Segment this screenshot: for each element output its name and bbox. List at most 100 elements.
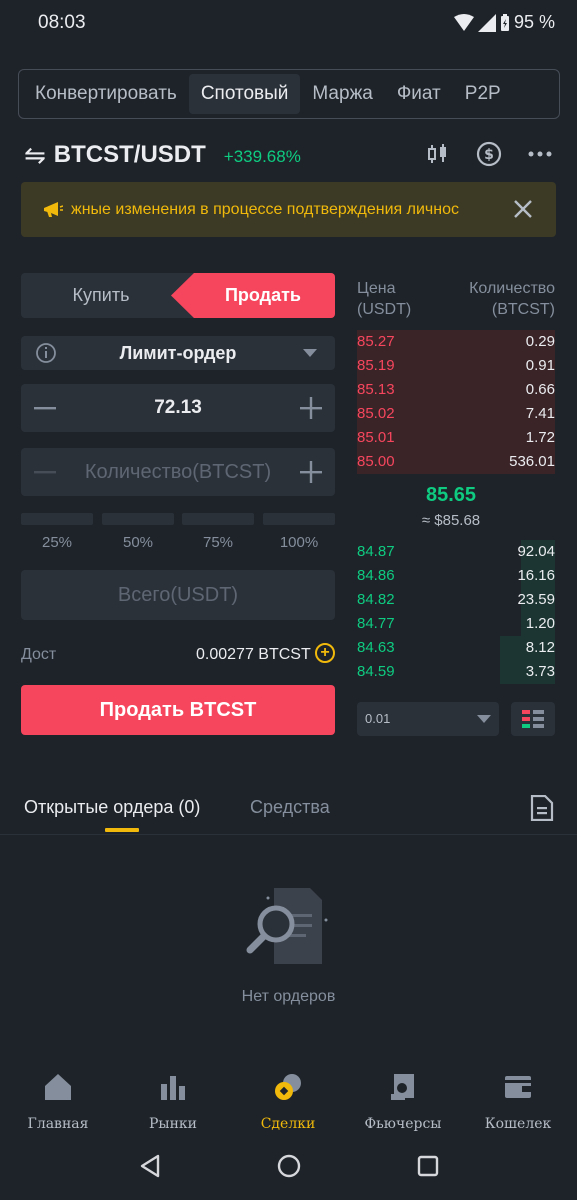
pair-selector[interactable]: ⇋ BTCST/USDT +339.68% — [24, 138, 301, 172]
quantity-input[interactable] — [67, 448, 289, 496]
order-history-icon[interactable] — [530, 795, 554, 821]
total-input[interactable]: Всего(USDT) — [21, 570, 335, 620]
tab-convert[interactable]: Конвертировать — [23, 74, 189, 114]
wallet-icon — [505, 1076, 531, 1098]
active-tab-indicator — [105, 828, 139, 832]
bid-row[interactable]: 84.63 8.12 — [357, 636, 555, 660]
ask-price: 85.19 — [357, 357, 395, 374]
nav-home[interactable]: Главная — [8, 1072, 108, 1132]
ask-row[interactable]: 85.02 7.41 — [357, 402, 555, 426]
svg-text:$: $ — [484, 147, 494, 163]
bid-row[interactable]: 84.87 92.04 — [357, 540, 555, 564]
ask-row[interactable]: 85.27 0.29 — [357, 330, 555, 354]
more-horizontal-icon[interactable] — [526, 140, 554, 168]
bid-row[interactable]: 84.82 23.59 — [357, 588, 555, 612]
tab-open-orders[interactable]: Открытые ордера (0) — [24, 797, 200, 818]
sell-button[interactable]: Продать BTCST — [21, 685, 335, 735]
ask-row[interactable]: 85.01 1.72 — [357, 426, 555, 450]
swap-arrows-icon: ⇋ — [24, 139, 46, 170]
dollar-circle-icon[interactable]: $ — [475, 140, 503, 168]
percent-label[interactable]: 50% — [102, 534, 174, 551]
ask-quantity: 0.91 — [525, 357, 555, 374]
minus-icon[interactable] — [33, 460, 57, 484]
status-time: 08:03 — [38, 12, 86, 33]
orderbook-view-button[interactable] — [511, 702, 555, 736]
battery-icon — [500, 13, 509, 31]
sell-tab[interactable]: Продать — [171, 273, 335, 318]
recents-icon[interactable] — [414, 1152, 442, 1180]
price-value: 72.13 — [154, 397, 202, 418]
bid-price: 84.86 — [357, 567, 395, 584]
nav-markets[interactable]: Рынки — [123, 1072, 223, 1132]
last-price[interactable]: 85.65 — [357, 484, 545, 507]
signal-icon — [477, 13, 496, 32]
close-icon[interactable] — [510, 196, 536, 222]
trades-icon — [275, 1074, 301, 1100]
nav-futures[interactable]: Фьючерсы — [353, 1072, 453, 1132]
home-circle-icon[interactable] — [275, 1152, 303, 1180]
ask-price: 85.01 — [357, 429, 395, 446]
bid-quantity: 1.20 — [525, 615, 555, 632]
ask-row[interactable]: 85.00 536.01 — [357, 450, 555, 474]
tab-margin[interactable]: Маржа — [300, 74, 384, 114]
nav-wallet[interactable]: Кошелек — [468, 1072, 568, 1132]
tab-spot[interactable]: Спотовый — [188, 74, 301, 114]
nav-home-label: Главная — [27, 1116, 89, 1132]
notice-banner[interactable]: жные изменения в процессе подтверждения … — [21, 182, 556, 237]
percent-step-50[interactable] — [102, 513, 174, 525]
caret-down-icon — [303, 349, 317, 357]
candlestick-chart-icon[interactable] — [424, 140, 452, 168]
no-orders-icon — [246, 888, 328, 964]
nav-wallet-label: Кошелек — [484, 1116, 552, 1132]
markets-icon — [161, 1076, 185, 1100]
percent-label[interactable]: 75% — [182, 534, 254, 551]
plus-icon[interactable] — [299, 396, 323, 420]
ask-row[interactable]: 85.19 0.91 — [357, 354, 555, 378]
price-input[interactable]: 72.13 — [21, 384, 335, 432]
quantity-field — [21, 448, 335, 496]
info-icon[interactable] — [35, 342, 57, 364]
add-funds-icon[interactable]: + — [315, 643, 335, 663]
battery-level: 95 % — [513, 12, 555, 32]
percent-step-75[interactable] — [182, 513, 254, 525]
ask-price: 85.02 — [357, 405, 395, 422]
nav-futures-label: Фьючерсы — [364, 1116, 442, 1132]
percent-step-100[interactable] — [263, 513, 335, 525]
depth-step-select[interactable]: 0.01 — [357, 702, 499, 736]
percent-label[interactable]: 25% — [21, 534, 93, 551]
order-type-label: Лимит-ордер — [119, 342, 237, 363]
tab-fiat[interactable]: Фиат — [385, 74, 453, 114]
ob-qty-header-line2: (BTCST) — [491, 301, 555, 318]
empty-state-text: Нет ордеров — [241, 988, 336, 1005]
ask-row[interactable]: 85.13 0.66 — [357, 378, 555, 402]
bid-price: 84.82 — [357, 591, 395, 608]
bid-price: 84.59 — [357, 663, 395, 680]
ob-price-header-line1: Цена — [357, 280, 396, 297]
banner-text: жные изменения в процессе подтверждения … — [71, 200, 459, 218]
back-icon[interactable] — [136, 1152, 164, 1180]
percent-label[interactable]: 100% — [263, 534, 335, 551]
bid-row[interactable]: 84.59 3.73 — [357, 660, 555, 684]
bid-row[interactable]: 84.86 16.16 — [357, 564, 555, 588]
plus-icon[interactable] — [299, 460, 323, 484]
tab-p2p[interactable]: P2P — [453, 74, 513, 114]
nav-trades[interactable]: Сделки — [238, 1072, 338, 1132]
tab-funds[interactable]: Средства — [250, 797, 330, 818]
bid-quantity: 92.04 — [517, 543, 555, 560]
home-icon — [45, 1074, 71, 1100]
available-label: Дост — [21, 646, 57, 663]
tabs-divider — [0, 834, 577, 835]
trade-mode-tabs: Конвертировать Спотовый Маржа Фиат P2P — [18, 69, 560, 119]
nav-markets-label: Рынки — [149, 1116, 197, 1132]
available-value: 0.00277 BTCST — [196, 646, 311, 663]
percent-step-25[interactable] — [21, 513, 93, 525]
ask-price: 85.13 — [357, 381, 395, 398]
depth-step-value: 0.01 — [365, 711, 391, 726]
futures-icon — [391, 1074, 414, 1100]
ask-quantity: 0.66 — [525, 381, 555, 398]
bid-row[interactable]: 84.77 1.20 — [357, 612, 555, 636]
buy-tab[interactable]: Купить — [21, 273, 181, 318]
order-type-select[interactable]: Лимит-ордер — [21, 336, 335, 370]
bid-quantity: 8.12 — [525, 639, 555, 656]
pair-symbol: BTCST/USDT — [53, 141, 206, 168]
